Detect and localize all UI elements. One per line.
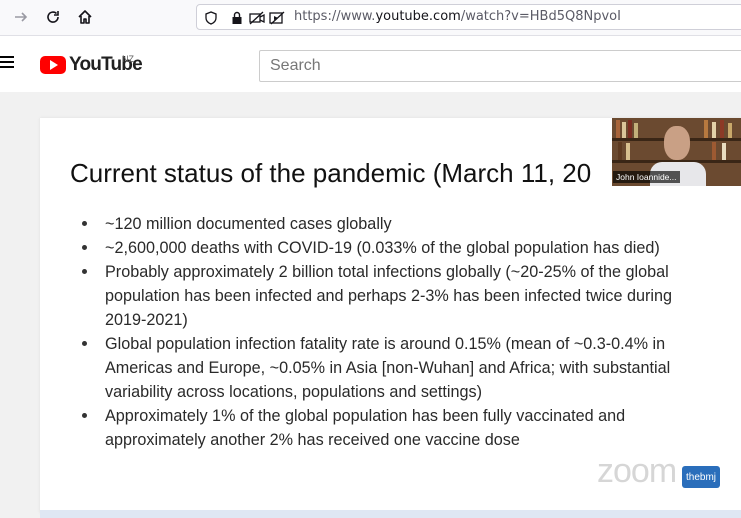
home-button[interactable] [74,6,96,28]
search-box[interactable] [259,50,741,82]
url-prefix: https://www. [294,9,376,24]
list-item: ~2,600,000 deaths with COVID-19 (0.033% … [82,236,682,260]
url-bar[interactable]: https://www.youtube.com/watch?v=HBd5Q8Np… [196,4,741,30]
list-item: Probably approximately 2 billion total i… [82,260,682,332]
lock-icon[interactable] [229,10,245,26]
country-code: NZ [122,54,134,64]
youtube-header: YouTube NZ [0,36,741,92]
bullet-icon [82,413,87,418]
search-input[interactable] [260,51,741,81]
shield-icon[interactable] [203,10,219,26]
url-text: https://www.youtube.com/watch?v=HBd5Q8Np… [294,9,621,24]
arrow-right-icon [15,12,28,22]
url-domain: youtube.com [375,9,461,24]
screen: https://www.youtube.com/watch?v=HBd5Q8Np… [0,0,741,518]
zoom-watermark: zoom [597,452,677,490]
youtube-play-icon [40,56,66,74]
browser-toolbar: https://www.youtube.com/watch?v=HBd5Q8Np… [0,0,741,36]
bullet-icon [82,221,87,226]
hamburger-menu-icon[interactable] [0,56,14,70]
player-bottom-strip [40,510,741,518]
bullet-text: Global population infection fatality rat… [105,335,671,401]
speaker-name: John Ioannide... [613,171,680,183]
reload-icon [47,11,59,23]
bullet-text: ~2,600,000 deaths with COVID-19 (0.033% … [105,239,660,257]
bullet-text: Approximately 1% of the global populatio… [105,407,626,449]
reload-button[interactable] [42,6,64,28]
list-item: Global population infection fatality rat… [82,332,682,404]
forward-button[interactable] [10,6,32,28]
bullet-text: Probably approximately 2 billion total i… [105,263,672,329]
list-item: Approximately 1% of the global populatio… [82,404,682,452]
url-path: /watch?v=HBd5Q8NpvoI [460,9,621,24]
list-item: ~120 million documented cases globally [82,212,682,236]
bmj-logo: thebmj [682,466,720,488]
speaker-video-thumbnail: John Ioannide... [612,118,741,186]
slide-bullet-list: ~120 million documented cases globally ~… [82,212,682,452]
bullet-text: ~120 million documented cases globally [105,215,392,233]
bullet-icon [82,245,87,250]
bullet-icon [82,269,87,274]
speaker-face [664,126,690,160]
home-icon [78,10,92,24]
slide-title: Current status of the pandemic (March 11… [70,158,592,188]
autoplay-blocked-icon[interactable] [269,10,285,26]
camera-blocked-icon[interactable] [249,10,265,26]
bullet-icon [82,341,87,346]
